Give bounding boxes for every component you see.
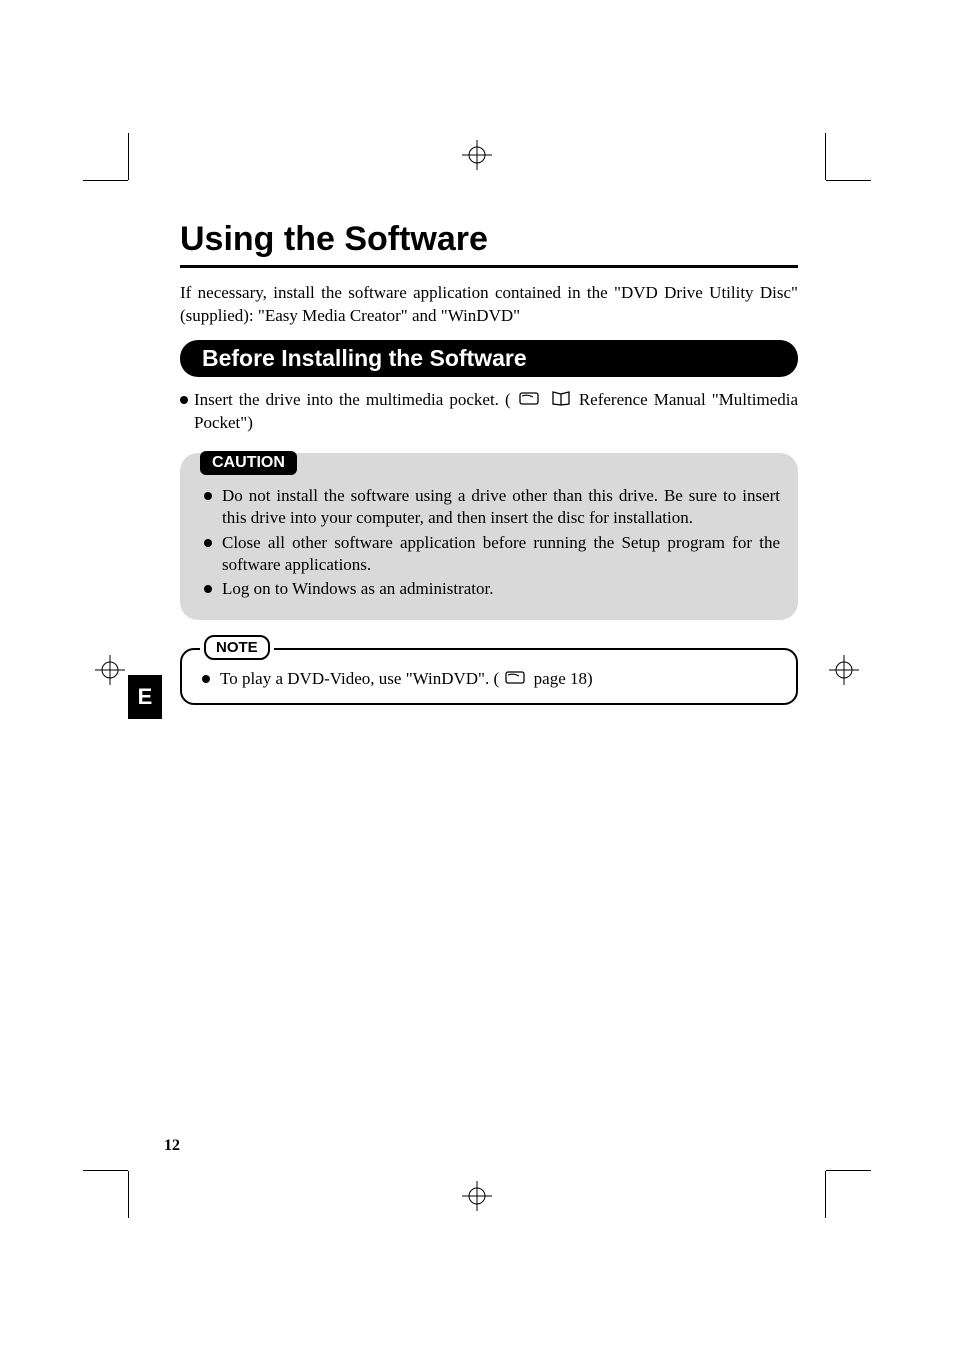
bullet-icon xyxy=(204,539,212,547)
page-frame: E Using the Software If necessary, insta… xyxy=(128,180,826,1171)
note-box: NOTE To play a DVD-Video, use "WinDVD". … xyxy=(180,648,798,705)
registration-mark-icon xyxy=(462,1181,492,1211)
caution-text: Do not install the software using a driv… xyxy=(222,485,780,529)
caution-content: Do not install the software using a driv… xyxy=(198,453,780,599)
section-heading-bar: Before Installing the Software xyxy=(180,340,798,377)
manual-book-icon xyxy=(551,390,571,413)
note-after: page 18) xyxy=(534,669,593,688)
registration-mark-icon xyxy=(95,655,125,685)
section-heading: Before Installing the Software xyxy=(202,345,527,371)
instruction-text: Insert the drive into the multimedia poc… xyxy=(194,389,798,436)
caution-text: Log on to Windows as an administrator. xyxy=(222,578,493,600)
page-title: Using the Software xyxy=(180,220,798,259)
crop-mark xyxy=(128,1171,129,1218)
bullet-icon xyxy=(202,675,210,683)
caution-box: CAUTION Do not install the software usin… xyxy=(180,453,798,619)
reference-hand-icon xyxy=(519,390,541,413)
note-before: To play a DVD-Video, use "WinDVD". ( xyxy=(220,669,499,688)
note-item: To play a DVD-Video, use "WinDVD". ( pag… xyxy=(196,668,782,691)
note-text: To play a DVD-Video, use "WinDVD". ( pag… xyxy=(220,668,593,691)
crop-mark xyxy=(825,1171,826,1218)
note-content: To play a DVD-Video, use "WinDVD". ( pag… xyxy=(196,650,782,691)
insert-drive-instruction: Insert the drive into the multimedia poc… xyxy=(180,389,798,436)
crop-mark xyxy=(83,180,128,181)
registration-mark-icon xyxy=(829,655,859,685)
note-label: NOTE xyxy=(204,635,270,660)
bullet-icon xyxy=(204,585,212,593)
registration-mark-icon xyxy=(462,140,492,170)
caution-item: Log on to Windows as an administrator. xyxy=(198,578,780,600)
bullet-icon xyxy=(180,396,188,404)
reference-hand-icon xyxy=(505,669,527,691)
page-number: 12 xyxy=(164,1137,180,1155)
crop-mark xyxy=(83,1170,128,1171)
instruction-before: Insert the drive into the multimedia poc… xyxy=(194,390,511,409)
caution-label: CAUTION xyxy=(200,451,297,475)
note-label-wrap: NOTE xyxy=(200,635,274,660)
page-content: Using the Software If necessary, install… xyxy=(128,180,826,705)
side-tab-letter: E xyxy=(138,684,153,710)
title-rule xyxy=(180,265,798,268)
caution-item: Close all other software application bef… xyxy=(198,532,780,576)
caution-item: Do not install the software using a driv… xyxy=(198,485,780,529)
crop-mark xyxy=(825,133,826,180)
crop-mark xyxy=(128,133,129,180)
crop-mark xyxy=(826,1170,871,1171)
crop-mark xyxy=(826,180,871,181)
intro-text: If necessary, install the software appli… xyxy=(180,282,798,328)
side-tab: E xyxy=(128,675,162,719)
caution-text: Close all other software application bef… xyxy=(222,532,780,576)
bullet-icon xyxy=(204,492,212,500)
